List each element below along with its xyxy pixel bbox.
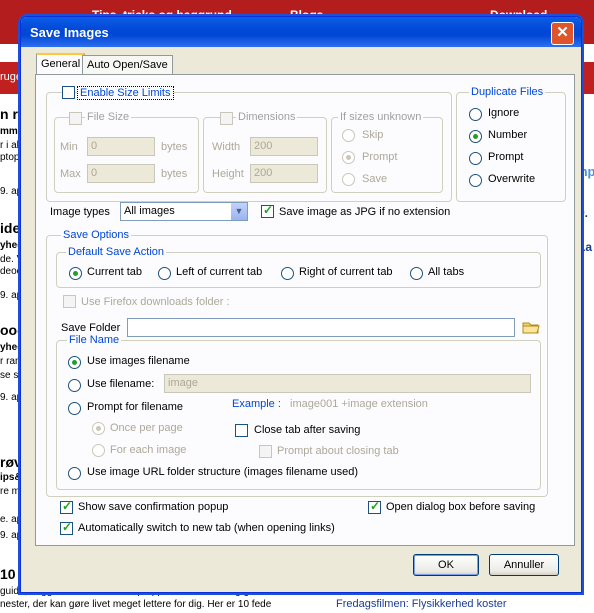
- show-confirmation-checkbox[interactable]: ✓: [60, 499, 73, 514]
- max-label: Max: [60, 168, 81, 180]
- for-each-image-radio[interactable]: [92, 444, 105, 457]
- use-images-filename-label: Use images filename: [87, 355, 190, 367]
- action-right-tab-radio[interactable]: [281, 267, 294, 280]
- file-size-checkbox[interactable]: [69, 112, 82, 125]
- unknown-save-radio[interactable]: [342, 173, 355, 186]
- save-folder-label: Save Folder: [61, 322, 121, 334]
- dimensions-label: Dimensions: [236, 111, 298, 123]
- max-unit-label: bytes: [161, 168, 188, 180]
- use-filename-radio[interactable]: [68, 379, 81, 392]
- use-url-folder-label: Use image URL folder structure (images f…: [87, 466, 359, 478]
- duplicate-number-label: Number: [488, 129, 528, 141]
- save-images-dialog: Save Images ✕ General Auto Open/Save Ena…: [20, 16, 582, 593]
- folder-icon[interactable]: [522, 320, 540, 334]
- close-icon: ✕: [556, 24, 569, 41]
- filename-input[interactable]: image: [164, 374, 531, 393]
- action-current-tab-label: Current tab: [87, 266, 143, 278]
- duplicate-ignore-radio[interactable]: [469, 108, 482, 121]
- width-label: Width: [212, 141, 241, 153]
- prompt-closing-tab-checkbox[interactable]: [259, 445, 272, 458]
- image-types-select[interactable]: All images ▼: [120, 202, 248, 221]
- enable-size-limits-checkbox[interactable]: [62, 86, 75, 99]
- duplicate-files-group: Duplicate Files Ignore Number Prompt Ove…: [456, 86, 566, 202]
- action-right-tab-label: Right of current tab: [299, 266, 393, 278]
- save-as-jpg-checkbox[interactable]: ✓: [261, 203, 274, 218]
- size-limits-group: Enable Size Limits File Size Min 0 bytes…: [46, 86, 452, 202]
- unknown-prompt-radio[interactable]: [342, 151, 355, 164]
- default-save-action-group: Default Save Action Current tab Left of …: [56, 246, 541, 288]
- duplicate-number-radio[interactable]: [469, 130, 482, 143]
- width-field[interactable]: 200: [250, 137, 318, 156]
- auto-switch-tab-label: Automatically switch to new tab (when op…: [78, 522, 335, 534]
- unknown-save-label: Save: [362, 173, 388, 185]
- dimensions-group: Dimensions Width 200 Height 200: [203, 111, 327, 193]
- unknown-skip-label: Skip: [362, 129, 384, 141]
- save-as-jpg-label: Save image as JPG if no extension: [279, 206, 451, 218]
- once-per-page-radio[interactable]: [92, 422, 105, 435]
- min-label: Min: [60, 141, 78, 153]
- min-size-field[interactable]: 0: [87, 137, 155, 156]
- image-types-label: Image types: [50, 206, 110, 218]
- for-each-image-label: For each image: [110, 444, 187, 456]
- action-left-tab-radio[interactable]: [158, 267, 171, 280]
- action-current-tab-radio[interactable]: [69, 267, 82, 280]
- tab-auto-open-save[interactable]: Auto Open/Save: [82, 55, 173, 74]
- example-label: Example :: [232, 398, 281, 410]
- use-images-filename-radio[interactable]: [68, 356, 81, 369]
- duplicate-prompt-radio[interactable]: [469, 152, 482, 165]
- dimensions-checkbox[interactable]: [220, 112, 233, 125]
- duplicate-prompt-label: Prompt: [488, 151, 524, 163]
- if-sizes-unknown-group: If sizes unknown Skip Prompt Save: [331, 111, 443, 193]
- file-size-label: File Size: [85, 111, 132, 123]
- action-left-tab-label: Left of current tab: [176, 266, 263, 278]
- enable-size-limits-label[interactable]: Enable Size Limits: [77, 86, 174, 100]
- close-button[interactable]: ✕: [551, 22, 574, 45]
- example-value: image001 +image extension: [290, 398, 428, 410]
- prompt-closing-tab-label: Prompt about closing tab: [277, 445, 399, 457]
- duplicate-files-legend: Duplicate Files: [469, 86, 546, 98]
- default-save-action-legend: Default Save Action: [66, 246, 167, 258]
- min-unit-label: bytes: [161, 141, 188, 153]
- prompt-for-filename-label: Prompt for filename: [87, 401, 183, 413]
- use-firefox-downloads-label: Use Firefox downloads folder :: [81, 296, 230, 308]
- unknown-skip-radio[interactable]: [342, 129, 355, 142]
- tab-general[interactable]: General: [36, 53, 86, 76]
- height-field[interactable]: 200: [250, 164, 318, 183]
- ok-button[interactable]: OK: [413, 554, 479, 576]
- height-label: Height: [212, 168, 244, 180]
- save-folder-field[interactable]: [127, 318, 515, 337]
- auto-switch-tab-checkbox[interactable]: ✓: [60, 520, 73, 535]
- use-firefox-downloads-checkbox[interactable]: [63, 295, 76, 308]
- show-confirmation-label: Show save confirmation popup: [78, 501, 229, 513]
- unknown-prompt-label: Prompt: [362, 151, 398, 163]
- if-sizes-unknown-legend: If sizes unknown: [338, 111, 424, 123]
- open-dialog-before-saving-label: Open dialog box before saving: [386, 501, 536, 513]
- save-options-group: Save Options Default Save Action Current…: [46, 229, 548, 497]
- save-options-legend: Save Options: [61, 229, 132, 241]
- close-tab-after-saving-checkbox[interactable]: [235, 424, 248, 437]
- dialog-title: Save Images: [30, 25, 109, 40]
- use-url-folder-radio[interactable]: [68, 467, 81, 480]
- once-per-page-label: Once per page: [110, 422, 183, 434]
- duplicate-overwrite-label: Overwrite: [488, 173, 536, 185]
- close-tab-after-saving-label: Close tab after saving: [254, 424, 361, 436]
- cancel-button[interactable]: Annuller: [489, 554, 559, 576]
- title-bar[interactable]: Save Images ✕: [21, 17, 581, 47]
- action-all-tabs-label: All tabs: [428, 266, 465, 278]
- prompt-for-filename-radio[interactable]: [68, 402, 81, 415]
- general-panel: Enable Size Limits File Size Min 0 bytes…: [35, 74, 575, 546]
- open-dialog-before-saving-checkbox[interactable]: ✓: [368, 499, 381, 514]
- file-size-group: File Size Min 0 bytes Max 0 bytes: [54, 111, 199, 193]
- image-types-value: All images: [124, 205, 175, 217]
- chevron-down-icon: ▼: [230, 203, 247, 220]
- max-size-field[interactable]: 0: [87, 164, 155, 183]
- action-all-tabs-radio[interactable]: [410, 267, 423, 280]
- file-name-group: File Name Use images filename Use filena…: [56, 334, 541, 490]
- use-filename-label: Use filename:: [87, 378, 155, 390]
- duplicate-overwrite-radio[interactable]: [469, 174, 482, 187]
- file-name-legend: File Name: [67, 334, 122, 346]
- duplicate-ignore-label: Ignore: [488, 107, 520, 119]
